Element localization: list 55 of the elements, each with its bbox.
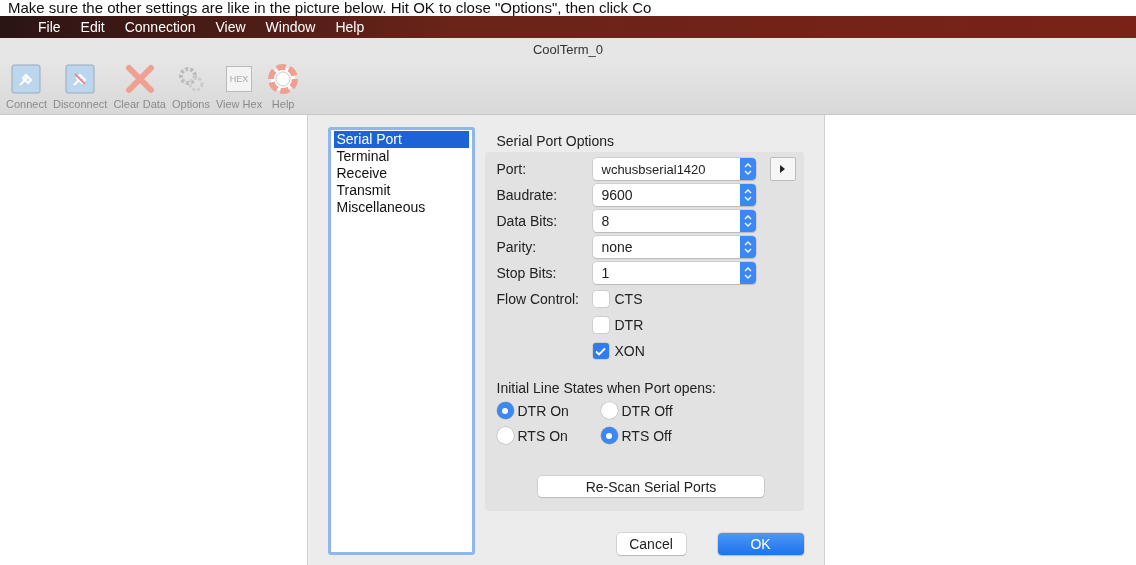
menu-item[interactable]: Help (335, 19, 365, 35)
select-field[interactable]: none (592, 236, 756, 258)
radio-button[interactable] (496, 427, 514, 444)
checkbox[interactable] (592, 317, 609, 333)
category-item[interactable]: Serial Port (333, 131, 469, 148)
rescan-button[interactable]: Re-Scan Serial Ports (538, 476, 764, 497)
unplug-icon (65, 64, 96, 94)
instruction-text: Make sure the other settings are like in the picture below. Hit OK to close "Options", then click Co (7, 0, 653, 16)
category-item[interactable]: Transmit (333, 182, 469, 199)
menu-item[interactable]: File (38, 19, 61, 35)
stepper-icon (739, 210, 756, 232)
group-heading: Initial Line States when Port opens: (496, 380, 717, 396)
checkbox[interactable] (592, 291, 609, 307)
stepper-icon (739, 158, 756, 180)
field-label: Parity: (496, 239, 538, 255)
field-label: Port: (496, 161, 528, 177)
radio-button[interactable] (496, 402, 514, 419)
cancel-button[interactable]: Cancel (616, 533, 686, 555)
radio-label: DTR Off (621, 402, 673, 419)
section-title: Serial Port Options (495, 132, 615, 151)
field-label: Baudrate: (496, 187, 559, 203)
select-field[interactable]: 8 (592, 210, 756, 232)
select-field[interactable]: wchusbserial1420 (592, 158, 756, 180)
radio-button[interactable] (600, 427, 618, 444)
radio-button[interactable] (600, 402, 618, 419)
stepper-icon (739, 236, 756, 258)
radio-label: RTS Off (621, 427, 672, 444)
category-item[interactable]: Receive (333, 165, 469, 182)
radio-label: RTS On (517, 427, 568, 444)
radio-label: DTR On (517, 402, 569, 419)
field-label: Data Bits: (496, 213, 559, 229)
disclosure-button[interactable] (769, 157, 796, 181)
menu-item[interactable]: Connection (124, 19, 196, 35)
select-field[interactable]: 9600 (592, 184, 756, 206)
close-icon (124, 64, 155, 94)
window-title: CoolTerm_0 (532, 41, 604, 57)
menu-item[interactable]: View (215, 19, 246, 35)
plug-icon (11, 64, 42, 94)
ok-button[interactable]: OK (717, 533, 804, 555)
category-item[interactable]: Miscellaneous (333, 199, 469, 216)
checkbox-label: CTS (614, 291, 643, 307)
checkbox-label: XON (614, 343, 645, 359)
stepper-icon (739, 184, 756, 206)
triangle-icon (780, 165, 785, 173)
checkbox[interactable] (592, 343, 609, 359)
hex-icon: HEX (226, 66, 253, 92)
stepper-icon (739, 262, 756, 284)
menu-item[interactable]: Window (265, 19, 316, 35)
checkbox-label: DTR (614, 317, 644, 333)
field-label: Stop Bits: (496, 265, 558, 281)
select-field[interactable]: 1 (592, 262, 756, 284)
lifebuoy-icon (268, 64, 299, 94)
menu-item[interactable]: Edit (80, 19, 105, 35)
field-label: Flow Control: (496, 291, 580, 307)
category-item[interactable]: Terminal (333, 148, 469, 165)
